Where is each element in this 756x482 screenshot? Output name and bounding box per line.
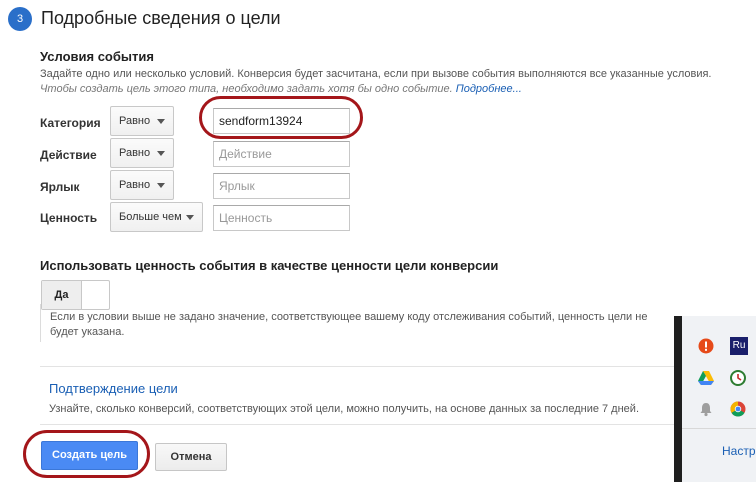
chevron-down-icon [157, 119, 165, 124]
google-drive-icon[interactable] [698, 370, 714, 386]
value-toggle-note: Если в условии выше не задано значение, … [50, 311, 648, 338]
label-operator-value: Равно [119, 179, 151, 191]
verify-goal-link[interactable]: Подтверждение цели [49, 381, 178, 396]
category-operator-dropdown[interactable]: Равно [110, 106, 174, 136]
conditions-hint: Чтобы создать цель этого типа, необходим… [40, 83, 522, 95]
value-input[interactable] [213, 205, 350, 231]
bell-icon[interactable] [698, 401, 714, 417]
category-operator-value: Равно [119, 115, 151, 127]
label-input[interactable] [213, 173, 350, 199]
chevron-down-icon [157, 183, 165, 188]
label-operator-dropdown[interactable]: Равно [110, 170, 174, 200]
chevron-down-icon [157, 151, 165, 156]
chevron-down-icon [186, 215, 194, 220]
action-label: Действие [40, 148, 97, 162]
create-button-highlight [23, 430, 150, 478]
action-input[interactable] [213, 141, 350, 167]
chrome-icon[interactable] [730, 401, 746, 417]
tray-panel: Ru Настр [682, 316, 756, 482]
category-input-highlight [199, 96, 363, 139]
section-divider [40, 366, 676, 367]
page-title: Подробные сведения о цели [41, 8, 281, 28]
tray-divider [682, 428, 756, 429]
warning-icon[interactable] [698, 338, 714, 354]
value-operator-dropdown[interactable]: Больше чем [110, 202, 203, 232]
more-link[interactable]: Подробнее... [456, 83, 522, 95]
category-label: Категория [40, 116, 101, 130]
section-title-conditions: Условия события [40, 49, 154, 64]
verify-goal-description: Узнайте, сколько конверсий, соответствую… [49, 403, 639, 415]
conditions-hint-text: Чтобы создать цель этого типа, необходим… [40, 83, 453, 95]
cancel-button[interactable]: Отмена [155, 443, 227, 471]
tray-settings-link[interactable]: Настр [722, 444, 756, 458]
ru-language-icon[interactable]: Ru [730, 337, 748, 355]
value-toggle-switch[interactable]: Да [41, 280, 110, 310]
clock-icon[interactable] [730, 370, 746, 386]
value-label: Ценность [40, 211, 98, 225]
value-toggle-heading: Использовать ценность события в качестве… [40, 258, 499, 273]
step-number-badge: 3 [8, 7, 32, 31]
action-operator-dropdown[interactable]: Равно [110, 138, 174, 168]
toggle-state-label: Да [42, 281, 82, 309]
system-tray-popup: Ru Настр [674, 316, 756, 482]
action-operator-value: Равно [119, 147, 151, 159]
label-label: Ярлык [40, 180, 80, 194]
conditions-description: Задайте одно или несколько условий. Конв… [40, 68, 712, 80]
note-divider [40, 304, 41, 342]
value-operator-value: Больше чем [119, 211, 182, 223]
section-divider [40, 424, 676, 425]
